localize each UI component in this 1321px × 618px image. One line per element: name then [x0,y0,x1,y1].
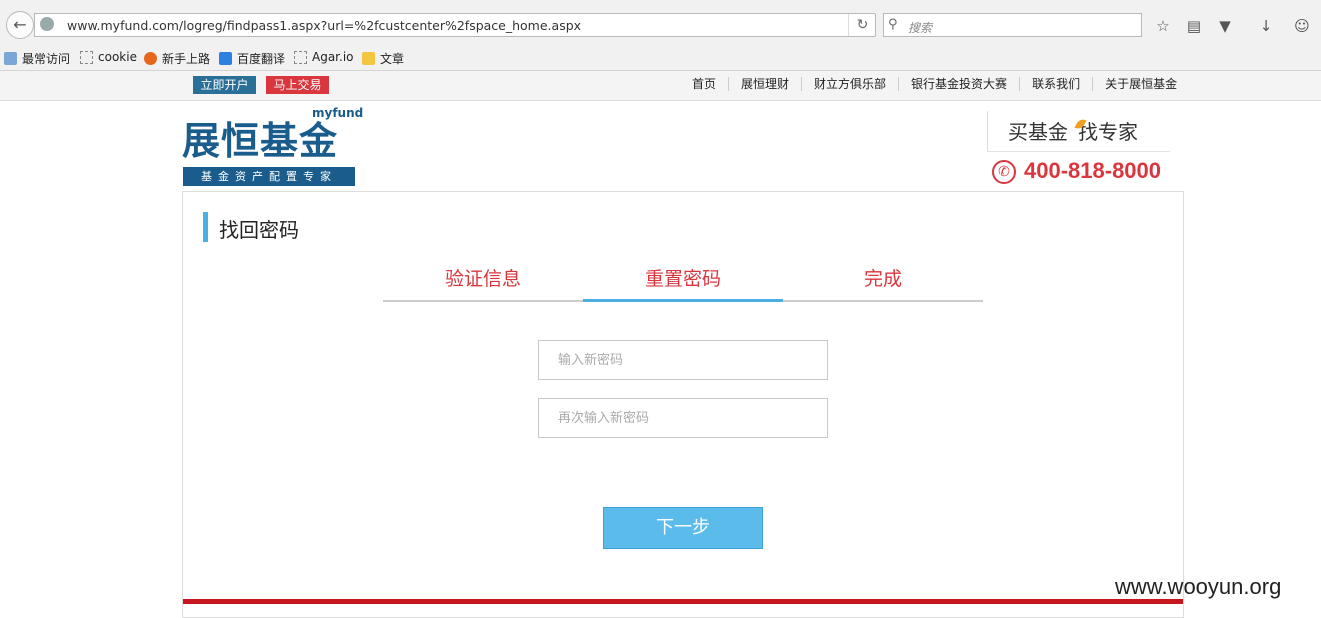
hotline-number: 400-818-8000 [1024,158,1162,183]
bookmark-label: Agar.io [312,50,354,64]
translate-icon [219,52,232,65]
bookmark-label: 最常访问 [22,52,71,66]
confirm-password-input[interactable] [538,398,828,438]
bookmark-articles[interactable]: 文章 [362,50,404,67]
bookmark-agario[interactable]: Agar.io [294,50,354,64]
nav-home[interactable]: 首页 [680,77,728,91]
footer-divider [183,599,1183,604]
page-icon [80,50,93,64]
bookmark-label: 新手上路 [162,52,211,66]
slogan-part1: 买基金 [1008,120,1068,144]
step-reset-password: 重置密码 [644,268,721,290]
reading-list-icon[interactable]: ▤ [1184,16,1204,36]
logo-tagline: 基金资产配置专家 [183,167,355,186]
globe-icon [40,17,54,31]
bookmark-label: cookie [98,50,137,64]
bookmark-baidu-translate[interactable]: 百度翻译 [219,50,285,67]
new-password-input[interactable] [538,340,828,380]
bookmark-most-visited[interactable]: 最常访问 [4,50,70,67]
bookmark-label: 百度翻译 [237,52,286,66]
download-icon[interactable]: ↓ [1256,16,1276,36]
page-icon [294,50,307,64]
hello-icon[interactable]: ☺ [1292,16,1312,36]
slogan: 买基金 找专家 [1008,116,1138,145]
steps-active-indicator [583,299,783,302]
slogan-part2: 找专家 [1078,120,1138,144]
title-accent-bar [203,212,208,242]
trade-now-button[interactable]: 马上交易 [266,76,329,94]
nav-about[interactable]: 关于展恒基金 [1092,77,1189,91]
logo-main[interactable]: 展恒基金 [182,118,338,164]
folder-icon [4,52,17,65]
bookmark-star-icon[interactable]: ☆ [1153,16,1173,36]
bookmark-cookie[interactable]: cookie [80,50,137,64]
search-placeholder[interactable]: 搜索 [908,19,932,36]
next-step-button[interactable]: 下一步 [603,507,763,549]
open-account-button[interactable]: 立即开户 [193,76,256,94]
firefox-icon [144,52,157,65]
bookmark-label: 文章 [380,52,405,66]
pocket-icon[interactable]: ▼ [1215,16,1235,36]
folder-icon [362,52,375,65]
back-arrow-icon: ← [13,15,27,34]
reload-icon[interactable]: ↻ [848,14,876,36]
nav-contact[interactable]: 联系我们 [1019,77,1092,91]
page-title: 找回密码 [219,218,299,242]
step-verify-info: 验证信息 [444,268,521,290]
top-navigation: 首页 展恒理财 财立方俱乐部 银行基金投资大赛 联系我们 关于展恒基金 [680,77,1189,91]
step-complete: 完成 [863,268,902,290]
nav-contest[interactable]: 银行基金投资大赛 [898,77,1019,91]
nav-club[interactable]: 财立方俱乐部 [801,77,898,91]
nav-wealth[interactable]: 展恒理财 [728,77,801,91]
phone-icon: ✆ [992,160,1016,184]
back-button[interactable]: ← [6,11,34,39]
watermark-text: www.wooyun.org [1115,574,1282,599]
url-text[interactable]: www.myfund.com/logreg/findpass1.aspx?url… [67,18,581,33]
bookmark-getting-started[interactable]: 新手上路 [144,50,210,67]
search-icon: ⚲ [888,17,898,32]
